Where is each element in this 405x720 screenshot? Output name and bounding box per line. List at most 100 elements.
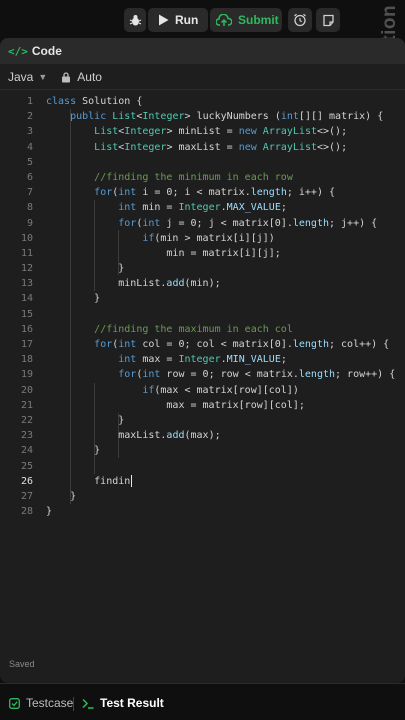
lock-icon — [61, 72, 71, 83]
code-text[interactable]: List<Integer> minList = new ArrayList<>(… — [46, 124, 347, 139]
code-line[interactable]: 2 public List<Integer> luckyNumbers (int… — [0, 109, 405, 124]
line-number: 9 — [26, 217, 33, 229]
code-text[interactable]: } — [46, 291, 100, 306]
line-number: 18 — [20, 354, 33, 366]
panel-title: Code — [31, 44, 62, 58]
code-line[interactable]: 19 for(int row = 0; row < matrix.length;… — [0, 367, 405, 382]
code-line[interactable]: 10 if(min > matrix[i][j]) — [0, 231, 405, 246]
code-text[interactable]: maxList.add(max); — [46, 428, 220, 443]
code-text[interactable]: } — [46, 489, 76, 504]
run-button[interactable]: Run — [148, 8, 208, 32]
line-number: 1 — [26, 96, 33, 107]
code-text[interactable]: class Solution { — [46, 94, 142, 109]
language-select[interactable]: Java — [8, 70, 33, 84]
code-line[interactable]: 12 } — [0, 261, 405, 276]
code-text[interactable]: } — [46, 261, 124, 276]
run-label: Run — [175, 13, 199, 27]
format-mode[interactable]: Auto — [77, 70, 102, 84]
code-text[interactable]: for(int j = 0; j < matrix[0].length; j++… — [46, 216, 377, 231]
code-line[interactable]: 24 } — [0, 443, 405, 458]
code-line[interactable]: 27 } — [0, 489, 405, 504]
line-number: 15 — [20, 308, 33, 320]
line-number: 21 — [20, 399, 33, 411]
code-line[interactable]: 9 for(int j = 0; j < matrix[0].length; j… — [0, 216, 405, 231]
checkbox-icon — [9, 697, 20, 709]
code-line[interactable]: 4 List<Integer> maxList = new ArrayList<… — [0, 140, 405, 155]
line-number: 19 — [20, 369, 33, 381]
tab-testcase-label: Testcase — [26, 696, 74, 710]
debug-button[interactable] — [124, 8, 146, 32]
code-line[interactable]: 28} — [0, 504, 405, 519]
code-text[interactable]: for(int row = 0; row < matrix.length; ro… — [46, 367, 395, 382]
code-line[interactable]: 16 //finding the maximum in each col — [0, 322, 405, 337]
code-line[interactable]: 14 } — [0, 291, 405, 306]
line-number: 4 — [26, 141, 33, 153]
code-line[interactable]: 11 min = matrix[i][j]; — [0, 246, 405, 261]
line-number: 24 — [20, 445, 33, 457]
panel-header: </> Code — [0, 38, 405, 64]
code-text[interactable]: //finding the maximum in each col — [46, 322, 293, 337]
code-line[interactable]: 5 — [0, 155, 405, 170]
code-text[interactable]: } — [46, 504, 52, 519]
line-number: 26 — [20, 475, 33, 487]
code-line[interactable]: 13 minList.add(min); — [0, 276, 405, 291]
code-text[interactable]: max = matrix[row][col]; — [46, 398, 304, 413]
code-line[interactable]: 26 findin — [0, 474, 405, 489]
tab-testcase[interactable]: Testcase — [9, 694, 73, 712]
alarm-clock-icon — [294, 13, 306, 27]
code-line[interactable]: 15 — [0, 307, 405, 322]
code-text[interactable]: if(min > matrix[i][j]) — [46, 231, 274, 246]
code-editor-panel: </> Code Java ▼ Auto 1 class Solution {2 … — [0, 38, 405, 683]
code-line[interactable]: 3 List<Integer> minList = new ArrayList<… — [0, 124, 405, 139]
play-icon — [159, 14, 169, 26]
line-number: 5 — [26, 156, 33, 168]
code-text[interactable]: if(max < matrix[row][col]) — [46, 383, 299, 398]
submit-label: Submit — [238, 13, 279, 27]
line-number: 11 — [20, 247, 33, 259]
line-number: 28 — [20, 506, 33, 518]
code-line[interactable]: 25 — [0, 459, 405, 474]
code-text[interactable]: findin — [46, 474, 133, 489]
code-line[interactable]: 20 if(max < matrix[row][col]) — [0, 383, 405, 398]
code-line[interactable]: 22 } — [0, 413, 405, 428]
bottom-panel-tabs: Testcase Test Result — [0, 683, 405, 720]
code-line[interactable]: 21 max = matrix[row][col]; — [0, 398, 405, 413]
line-number: 3 — [26, 126, 33, 138]
line-number: 7 — [26, 187, 33, 199]
code-text[interactable]: int min = Integer.MAX_VALUE; — [46, 200, 287, 215]
code-icon: </> — [8, 44, 28, 58]
timer-button[interactable] — [288, 8, 312, 32]
line-number: 20 — [20, 384, 33, 396]
code-line[interactable]: 18 int max = Integer.MIN_VALUE; — [0, 352, 405, 367]
bug-icon — [129, 14, 141, 25]
notes-button[interactable] — [316, 8, 340, 32]
line-number: 22 — [20, 414, 33, 426]
code-text[interactable]: } — [46, 443, 100, 458]
line-number: 17 — [20, 339, 33, 350]
code-line[interactable]: 8 int min = Integer.MAX_VALUE; — [0, 200, 405, 215]
code-text[interactable]: for(int i = 0; i < matrix.length; i++) { — [46, 185, 335, 200]
code-text[interactable]: List<Integer> maxList = new ArrayList<>(… — [46, 140, 347, 155]
code-text[interactable]: for(int col = 0; col < matrix[0].length;… — [46, 337, 389, 352]
submit-button[interactable]: Submit — [210, 8, 282, 32]
code-line[interactable]: 1 class Solution { — [0, 94, 405, 109]
line-number: 6 — [26, 171, 33, 183]
code-text[interactable]: } — [46, 413, 124, 428]
code-line[interactable]: 17 for(int col = 0; col < matrix[0].leng… — [0, 337, 405, 352]
chevron-down-icon[interactable]: ▼ — [38, 72, 47, 82]
code-line[interactable]: 7 for(int i = 0; i < matrix.length; i++)… — [0, 185, 405, 200]
line-number: 13 — [20, 278, 33, 290]
text-cursor — [131, 474, 133, 487]
save-status: Saved — [9, 659, 35, 669]
tab-test-result[interactable]: Test Result — [82, 694, 164, 712]
code-text[interactable]: int max = Integer.MIN_VALUE; — [46, 352, 287, 367]
code-line[interactable]: 6 //finding the minimum in each row — [0, 170, 405, 185]
code-text[interactable]: //finding the minimum in each row — [46, 170, 293, 185]
line-number: 2 — [26, 111, 33, 123]
line-number: 23 — [20, 430, 33, 442]
code-text[interactable]: minList.add(min); — [46, 276, 220, 291]
code-text[interactable]: min = matrix[i][j]; — [46, 246, 280, 261]
code-line[interactable]: 23 maxList.add(max); — [0, 428, 405, 443]
code-area[interactable]: 1 class Solution {2 public List<Integer> … — [0, 94, 405, 519]
code-text[interactable]: public List<Integer> luckyNumbers (int[]… — [46, 109, 383, 124]
